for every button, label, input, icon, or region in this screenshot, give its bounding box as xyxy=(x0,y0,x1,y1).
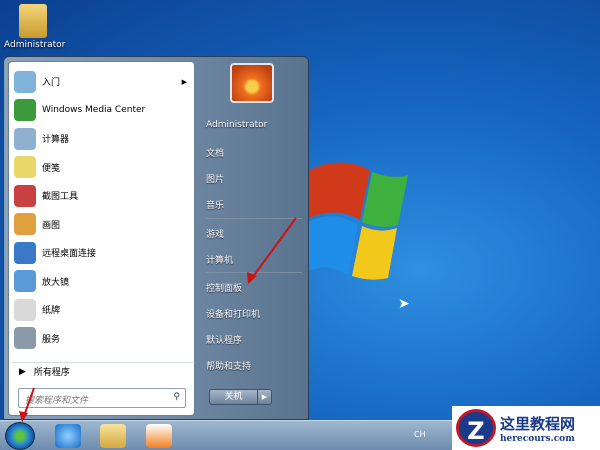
programs-panel: 入门 ▶ Windows Media Center 计算器 便笺 截图工具 画图 远程桌面连接… xyxy=(8,61,195,416)
desktop-icon-administrator[interactable]: Administrator xyxy=(4,4,65,50)
start-menu: 入门 ▶ Windows Media Center 计算器 便笺 截图工具 画图 远程桌面连接… xyxy=(3,56,309,420)
program-icon xyxy=(14,327,36,349)
triangle-right-icon: ▶ xyxy=(19,366,26,377)
mouse-cursor-icon: ➤ xyxy=(398,296,410,312)
places-item[interactable]: 帮助和支持 xyxy=(206,359,251,372)
shutdown-button[interactable]: 关机 ▶ xyxy=(209,389,272,405)
search-input[interactable]: 搜索程序和文件 ⚲ xyxy=(18,388,186,408)
program-icon xyxy=(14,241,36,264)
submenu-arrow-icon: ▶ xyxy=(181,77,187,86)
program-icon xyxy=(14,127,36,150)
watermark-logo-icon: Z xyxy=(456,409,496,447)
places-item[interactable]: 文档 xyxy=(206,146,224,159)
program-icon xyxy=(14,70,36,93)
program-icon xyxy=(14,213,36,235)
start-button[interactable] xyxy=(5,422,35,450)
media-player-icon[interactable] xyxy=(146,424,172,448)
internet-explorer-icon[interactable] xyxy=(55,424,81,448)
places-item[interactable]: 默认程序 xyxy=(206,333,242,346)
program-item[interactable]: 便笺 xyxy=(11,154,193,181)
language-indicator[interactable]: CH xyxy=(414,430,426,439)
places-item[interactable]: 设备和打印机 xyxy=(206,307,260,320)
program-icon xyxy=(14,298,36,321)
program-item[interactable]: 放大镜 xyxy=(11,268,193,295)
search-icon: ⚲ xyxy=(173,392,180,402)
places-item[interactable]: 游戏 xyxy=(206,227,224,240)
program-icon xyxy=(14,184,36,207)
places-item[interactable]: Administrator xyxy=(206,120,267,130)
places-panel: Administrator 文档图片音乐游戏计算机控制面板设备和打印机 默认程序帮助… xyxy=(200,57,308,417)
program-item[interactable]: 入门 ▶ xyxy=(11,68,193,95)
separator xyxy=(206,218,302,219)
shutdown-options-arrow-icon[interactable]: ▶ xyxy=(257,390,271,404)
places-item[interactable]: 音乐 xyxy=(206,198,224,211)
places-item[interactable]: 图片 xyxy=(206,172,224,185)
program-icon xyxy=(14,270,36,292)
user-avatar[interactable] xyxy=(230,63,274,103)
file-explorer-icon[interactable] xyxy=(100,424,126,448)
windows-logo-wallpaper xyxy=(300,162,408,280)
all-programs-button[interactable]: ▶ 所有程序 xyxy=(11,362,193,380)
program-item[interactable]: 画图 xyxy=(11,211,193,238)
watermark: Z 这里教程网 herecours.com xyxy=(452,406,600,450)
program-icon xyxy=(14,156,36,178)
separator xyxy=(206,272,302,273)
program-item[interactable]: 远程桌面连接 xyxy=(11,239,193,266)
program-icon xyxy=(14,99,36,121)
program-item[interactable]: 服务 xyxy=(11,325,193,352)
user-folder-icon xyxy=(19,4,47,38)
places-item[interactable]: 控制面板 xyxy=(206,281,242,294)
program-item[interactable]: Windows Media Center xyxy=(11,97,193,124)
program-item[interactable]: 计算器 xyxy=(11,125,193,152)
places-item[interactable]: 计算机 xyxy=(206,253,233,266)
program-item[interactable]: 纸牌 xyxy=(11,296,193,323)
program-item[interactable]: 截图工具 xyxy=(11,182,193,209)
